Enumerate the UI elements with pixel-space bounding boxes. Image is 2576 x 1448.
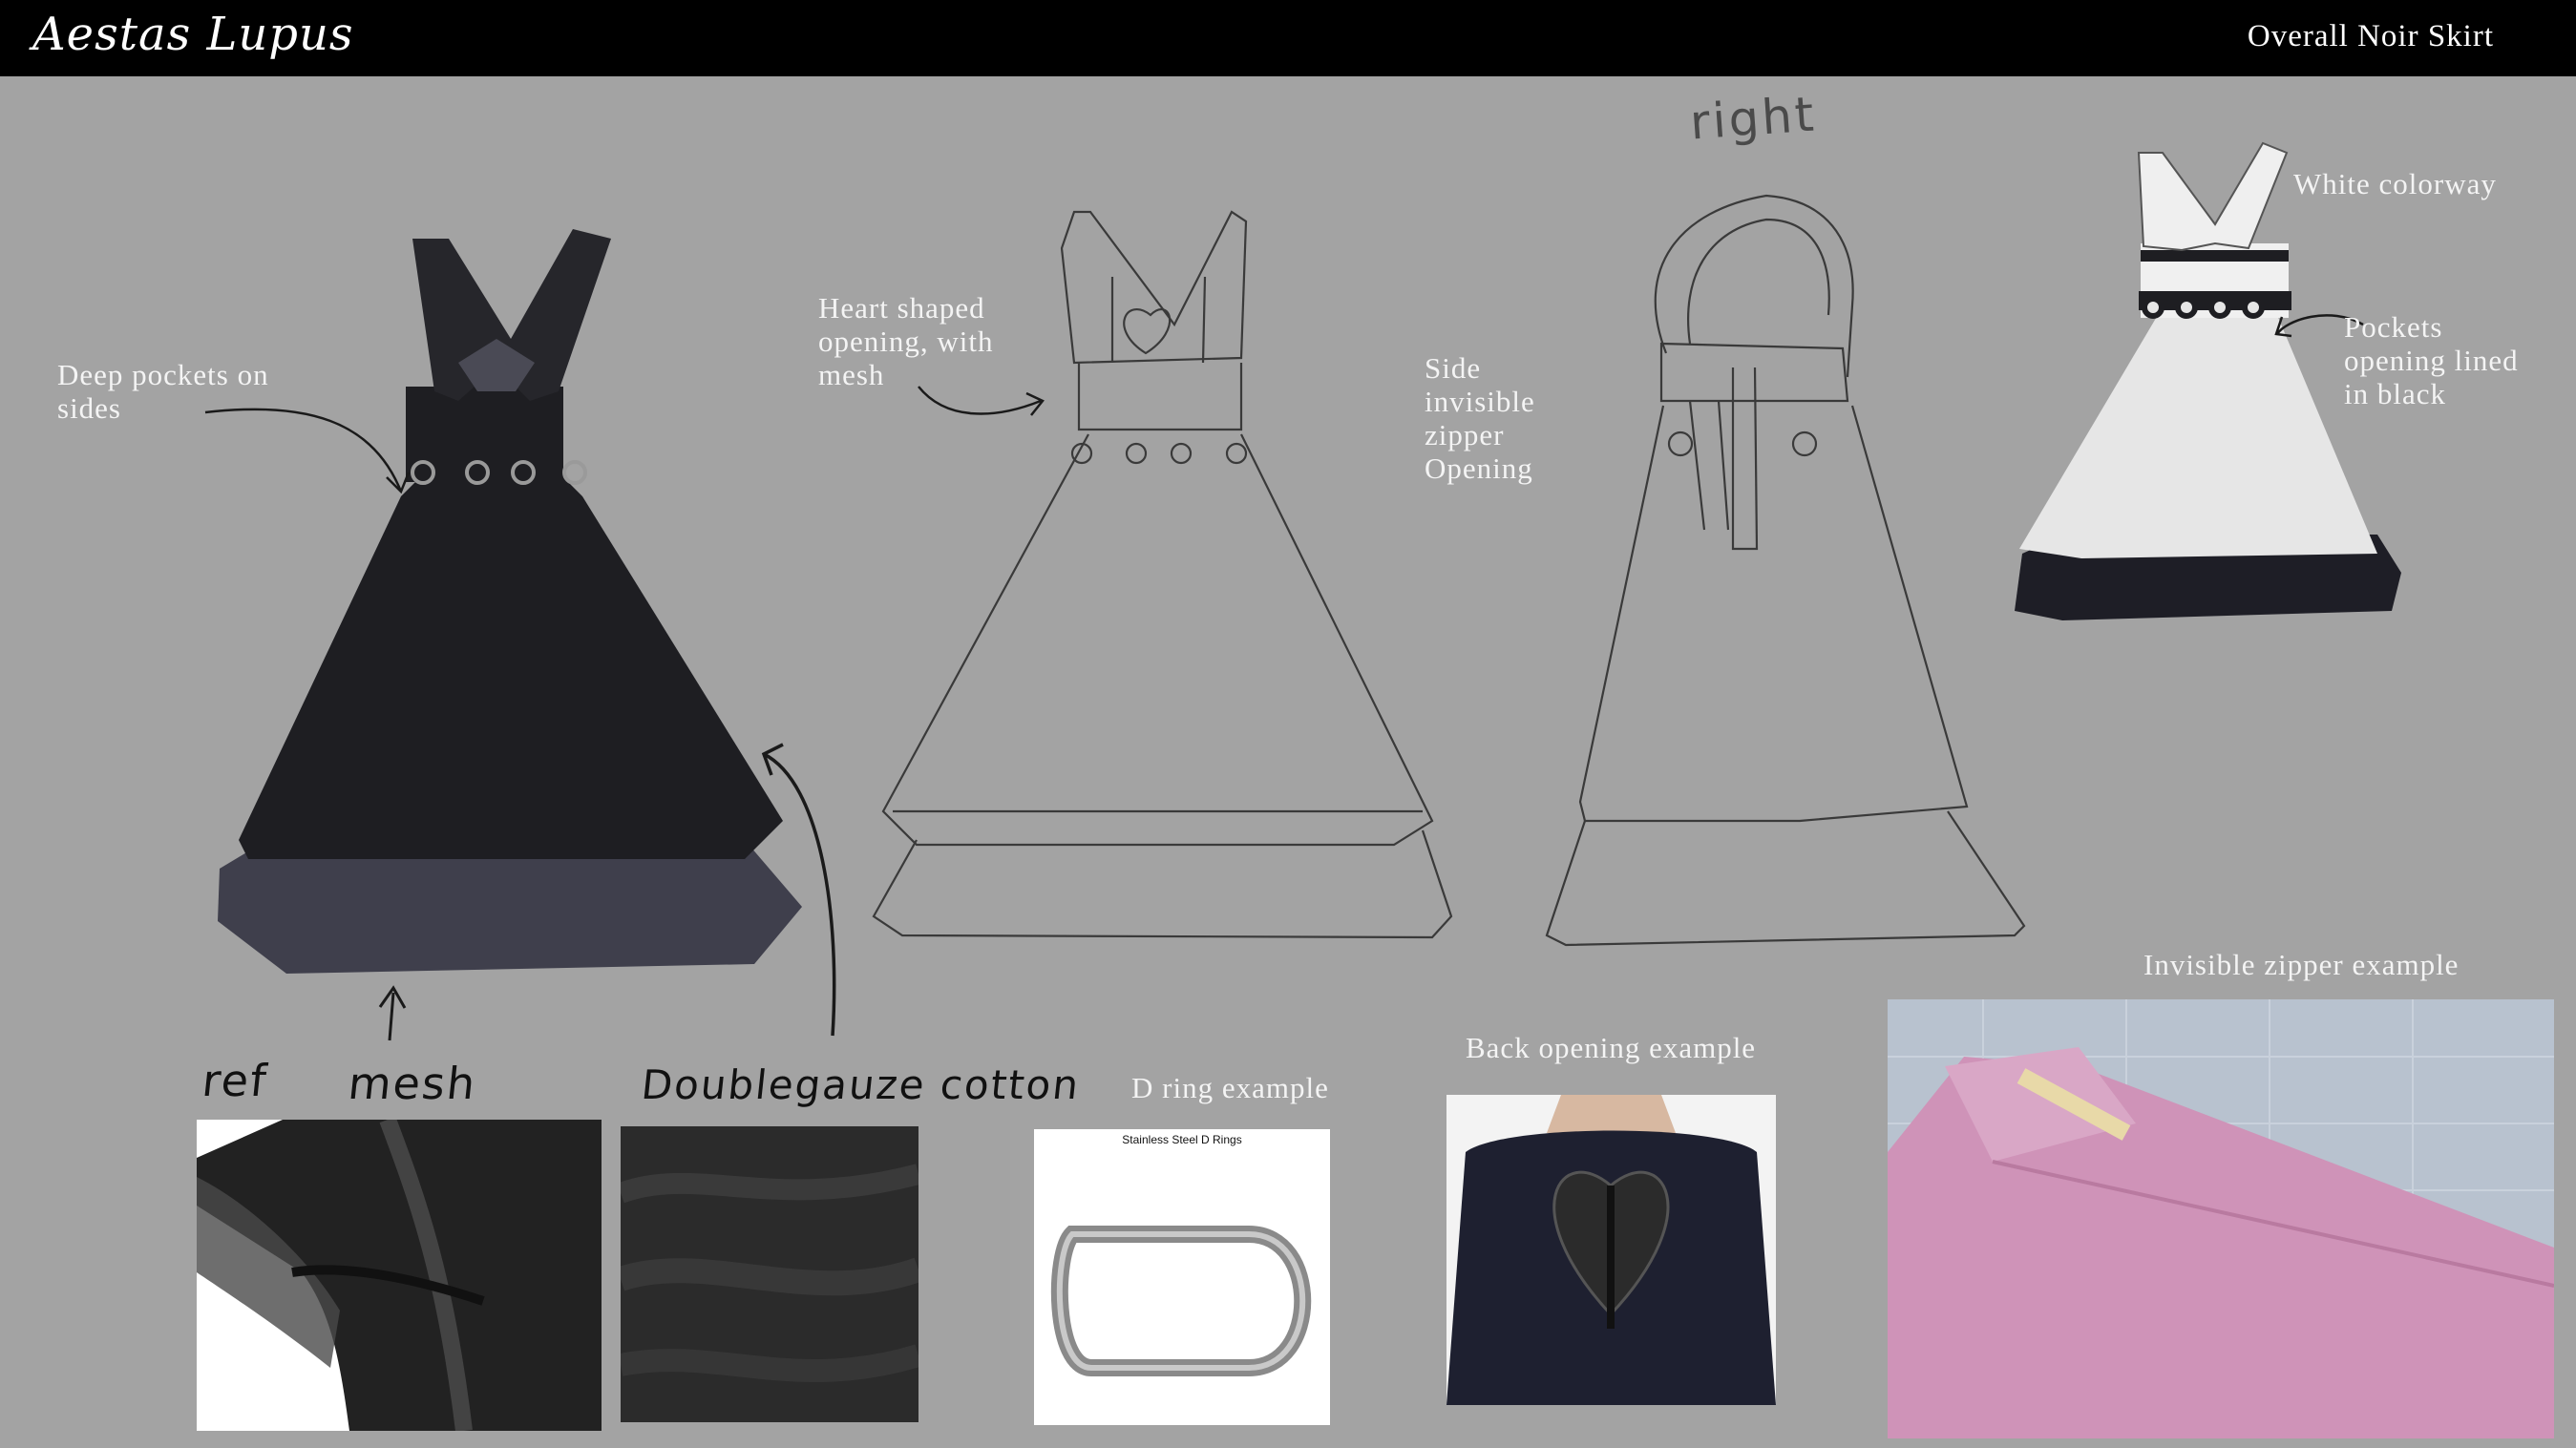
heart-opening-annotation: Heart shaped opening, with mesh: [818, 291, 994, 391]
black-dress-illustration: [218, 229, 802, 974]
mesh-reference-photo: [197, 1120, 602, 1431]
side-pencil-sketch: [1545, 194, 2026, 947]
white-colorway-annotation: White colorway: [2293, 167, 2497, 200]
pockets-lined-annotation: Pockets opening lined in black: [2344, 310, 2519, 410]
right-view-label: right: [1688, 86, 1819, 151]
back-opening-caption: Back opening example: [1466, 1031, 1757, 1064]
invisible-zipper-caption: Invisible zipper example: [2143, 948, 2460, 981]
d-ring-photo: Stainless Steel D Rings: [1034, 1129, 1330, 1425]
d-ring-caption: D ring example: [1131, 1071, 1329, 1104]
pockets-annotation: Deep pockets on sides: [57, 358, 269, 425]
d-ring-photo-caption: Stainless Steel D Rings: [1122, 1133, 1242, 1146]
mesh-label: mesh: [346, 1058, 480, 1109]
doublegauze-fabric-photo: [621, 1126, 918, 1422]
ref-label: ref: [200, 1055, 271, 1106]
back-opening-photo: [1446, 1095, 1776, 1405]
invisible-zipper-photo: [1888, 999, 2554, 1438]
doublegauze-label: Doublegauze cotton: [639, 1061, 1083, 1108]
side-zipper-annotation: Side invisible zipper Opening: [1425, 351, 1535, 485]
